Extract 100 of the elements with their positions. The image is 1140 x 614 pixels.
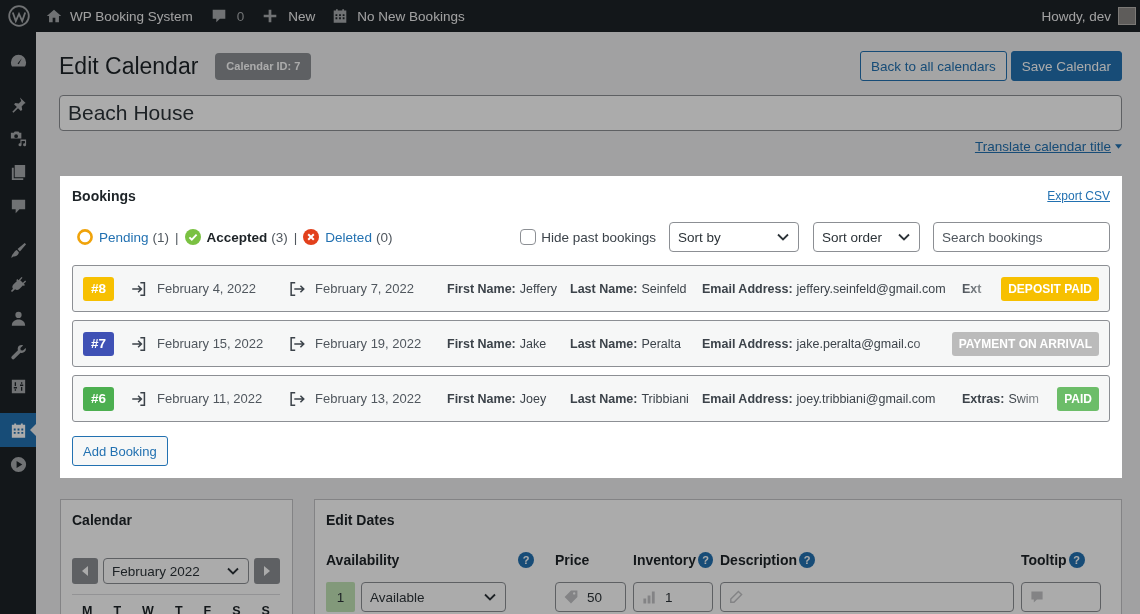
chevron-down-icon <box>898 233 910 241</box>
payment-status-tag: PAYMENT ON ARRIVAL <box>951 331 1099 356</box>
check-out-date: February 7, 2022 <box>315 281 414 296</box>
chevron-down-icon <box>227 567 239 575</box>
field-label: Ext <box>962 281 982 296</box>
help-button[interactable]: ? <box>518 552 534 568</box>
new-link[interactable]: New <box>288 8 316 24</box>
check-in-date: February 15, 2022 <box>157 336 264 351</box>
wrench-icon[interactable] <box>8 342 28 362</box>
panel-title: Edit Dates <box>326 511 396 529</box>
home-icon[interactable] <box>45 7 63 25</box>
next-month-button[interactable] <box>254 558 280 584</box>
field-value: Seinfeld <box>641 281 687 296</box>
bar-chart-icon <box>641 589 657 605</box>
x-circle-icon <box>303 229 320 245</box>
check-out-date: February 19, 2022 <box>315 336 422 351</box>
wordpress-logo-icon[interactable] <box>8 5 30 27</box>
payment-status-tag: DEPOSIT PAID <box>1001 276 1099 301</box>
panel-title: Bookings <box>72 188 136 204</box>
status-count: (1) <box>152 229 170 245</box>
field-value: jeffery.seinfeld@gmail.com <box>796 281 946 296</box>
column-label: Availability <box>326 552 400 568</box>
booking-id-badge: #7 <box>83 331 114 356</box>
separator: | <box>293 229 298 245</box>
help-button[interactable]: ? <box>698 552 713 568</box>
field-value: joey.tribbiani@gmail.com <box>796 391 936 406</box>
plug-icon[interactable] <box>8 274 28 294</box>
check-out-date: February 13, 2022 <box>315 391 422 406</box>
sign-out-icon <box>288 389 306 408</box>
field-label: First Name: <box>447 336 516 351</box>
search-field[interactable]: Search bookings <box>933 222 1110 252</box>
field-label: Extras: <box>962 391 1005 406</box>
check-circle-icon <box>184 229 201 245</box>
availability-count: 1 <box>326 582 355 612</box>
status-filter-link[interactable]: Accepted <box>206 229 268 245</box>
add-booking-button[interactable]: Add Booking <box>72 436 168 466</box>
bookings-notice-link[interactable]: No New Bookings <box>357 8 465 24</box>
description-field[interactable] <box>720 582 1014 612</box>
booking-id-badge: #8 <box>83 276 114 301</box>
column-label: Tooltip <box>1021 552 1067 568</box>
speech-bubble-icon <box>1029 589 1045 605</box>
play-icon[interactable] <box>8 454 28 474</box>
separator: | <box>175 229 179 245</box>
caret-right-icon <box>264 566 270 576</box>
status-count: (0) <box>375 229 393 245</box>
inventory-field[interactable]: 1 <box>633 582 713 612</box>
field-value: Jeffery <box>519 281 558 296</box>
availability-select[interactable]: Available <box>361 582 506 612</box>
booking-row[interactable]: #8 February 4, 2022 February 7, 2022 First Name: Jeffery Last Name: Seinfeld Email Address: jeffery.seinfeld@gmail.com Ext DEPOSIT PAID <box>72 265 1110 312</box>
field-label: Email Address: <box>702 281 793 296</box>
month-select[interactable]: February 2022 <box>103 558 249 584</box>
back-button[interactable]: Back to all calendars <box>860 51 1007 81</box>
field-label: Email Address: <box>702 391 793 406</box>
chevron-down-icon <box>777 233 789 241</box>
panel-title: Calendar <box>72 511 133 529</box>
price-field[interactable]: 50 <box>555 582 626 612</box>
checkbox-label[interactable]: Hide past bookings <box>541 229 656 245</box>
status-count: (3) <box>271 229 288 245</box>
site-name-link[interactable]: WP Booking System <box>70 8 193 24</box>
field-value: Peralta <box>641 336 681 351</box>
column-label: Description <box>720 552 797 568</box>
field-label: Last Name: <box>570 281 638 296</box>
field-label: First Name: <box>447 281 516 296</box>
camera-music-icon[interactable] <box>8 128 28 148</box>
column-label: Price <box>555 552 590 568</box>
tooltip-field[interactable] <box>1021 582 1101 612</box>
caret-down-icon[interactable] <box>1115 143 1122 149</box>
pencil-icon <box>728 589 744 605</box>
status-filter-link[interactable]: Deleted <box>325 229 372 245</box>
calendar-title-field[interactable]: Beach House <box>59 95 1122 131</box>
field-value: Joey <box>519 391 547 406</box>
payment-status-tag: PAID <box>1057 386 1099 411</box>
checkbox[interactable] <box>520 229 537 245</box>
active-menu-item[interactable] <box>0 413 36 447</box>
field-value: Swim <box>1008 391 1039 406</box>
sign-in-icon <box>130 334 148 353</box>
translate-title-link[interactable]: Translate calendar title <box>974 138 1111 154</box>
field-value: Jake <box>519 336 547 351</box>
greeting-link[interactable]: Howdy, dev <box>1041 8 1111 24</box>
field-label: Email Address: <box>702 336 793 351</box>
sign-in-icon <box>130 279 148 298</box>
sign-out-icon <box>288 279 306 298</box>
sort-order-select[interactable]: Sort order <box>813 222 920 252</box>
comment-count[interactable]: 0 <box>236 8 245 24</box>
booking-row[interactable]: #7 February 15, 2022 February 19, 2022 First Name: Jake Last Name: Peralta Email Address: jake.peralta@gmail.co PAYMENT ON ARRIVAL <box>72 320 1110 367</box>
save-button[interactable]: Save Calendar <box>1010 51 1122 81</box>
help-button[interactable]: ? <box>1068 552 1085 568</box>
sign-in-icon <box>130 389 148 408</box>
paintbrush-icon[interactable] <box>8 240 28 260</box>
check-in-date: February 4, 2022 <box>157 281 256 296</box>
previous-month-button[interactable] <box>72 558 98 584</box>
help-button[interactable]: ? <box>799 552 815 568</box>
status-filter-link[interactable]: Pending <box>99 229 149 245</box>
column-label: Inventory <box>633 552 696 568</box>
export-csv-link[interactable]: Export CSV <box>1047 189 1110 203</box>
booking-row[interactable]: #6 February 11, 2022 February 13, 2022 First Name: Joey Last Name: Tribbiani Email Address: joey.tribbiani@gmail.com Extras: Swim PAID <box>72 375 1110 422</box>
sort-by-select[interactable]: Sort by <box>669 222 799 252</box>
chevron-down-icon <box>484 593 496 601</box>
booking-id-badge: #6 <box>83 386 114 411</box>
tag-icon <box>563 589 579 605</box>
